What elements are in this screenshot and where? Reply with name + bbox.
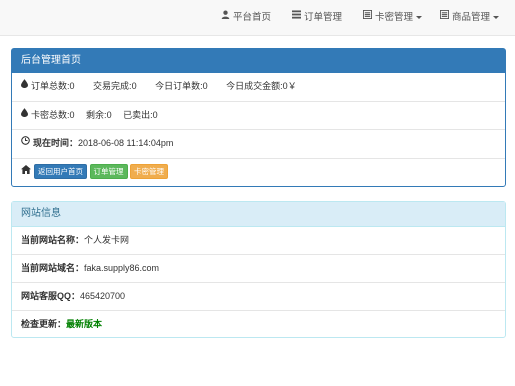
- nav-products-label: 商品管理: [452, 12, 491, 24]
- remaining-value: 0: [106, 109, 112, 120]
- tint-icon: [21, 72, 28, 100]
- support-qq-value: 465420700: [80, 291, 126, 301]
- nav-products-dropdown[interactable]: 商品管理: [440, 0, 500, 35]
- quick-links-row: 返回用户首页 订单管理 卡密管理: [12, 157, 505, 187]
- order-stats-row: 订单总数:0 交易完成:0 今日订单数:0 今日成交金额:0￥: [12, 73, 505, 101]
- sold-value: 0: [152, 109, 158, 120]
- list-alt-icon: [440, 0, 449, 34]
- order-total-value: 0: [69, 81, 75, 92]
- nav-cards-label: 卡密管理: [375, 12, 414, 24]
- top-navbar: 平台首页 订单管理 卡密管理 商品管理: [0, 0, 515, 36]
- site-domain-label: 当前网站域名：: [21, 263, 85, 273]
- chevron-down-icon: [416, 16, 423, 19]
- current-time-row: 现在时间：2018-06-08 11:14:04pm: [12, 129, 505, 158]
- tint-icon: [21, 101, 28, 129]
- today-orders-value: 0: [202, 81, 208, 92]
- nav-platform-home[interactable]: 平台首页: [221, 0, 271, 35]
- nav-orders-label: 订单管理: [304, 12, 343, 24]
- site-domain-value: faka.supply86.com: [84, 263, 160, 273]
- currency-symbol: ￥: [287, 81, 297, 92]
- today-amount-label: 今日成交金额:: [226, 81, 283, 92]
- trade-done-label: 交易完成:: [93, 81, 132, 92]
- site-info-panel: 网站信息 当前网站名称：个人发卡网 当前网站域名：faka.supply86.c…: [11, 201, 506, 338]
- site-domain-row: 当前网站域名：faka.supply86.com: [12, 254, 505, 282]
- list-alt-icon: [363, 0, 372, 34]
- admin-home-panel-title: 后台管理首页: [12, 49, 505, 73]
- check-update-label: 检查更新：: [21, 319, 67, 329]
- nav-cards-dropdown[interactable]: 卡密管理: [363, 0, 423, 35]
- nav-platform-home-label: 平台首页: [233, 12, 272, 24]
- site-info-panel-title: 网站信息: [12, 202, 505, 227]
- remaining-label: 剩余:: [86, 109, 107, 120]
- card-total-label: 卡密总数:: [31, 109, 70, 120]
- home-icon: [21, 158, 31, 186]
- trade-done-value: 0: [131, 81, 137, 92]
- list-icon: [292, 0, 301, 34]
- site-name-value: 个人发卡网: [84, 235, 130, 245]
- card-stats-row: 卡密总数:0 剩余:0 已卖出:0: [12, 100, 505, 130]
- admin-home-panel: 后台管理首页 订单总数:0 交易完成:0 今日订单数:0 今日成交金额:0￥ 卡…: [11, 48, 506, 187]
- order-management-button[interactable]: 订单管理: [89, 163, 128, 179]
- nav-orders[interactable]: 订单管理: [292, 0, 342, 35]
- card-management-button[interactable]: 卡密管理: [130, 163, 169, 179]
- support-qq-row: 网站客服QQ：465420700: [12, 282, 505, 310]
- site-name-row: 当前网站名称：个人发卡网: [12, 227, 505, 254]
- update-status-link[interactable]: 最新版本: [66, 319, 102, 329]
- current-time-value: 2018-06-08 11:14:04pm: [78, 138, 174, 149]
- current-time-label: 现在时间：: [33, 138, 79, 149]
- user-icon: [221, 0, 230, 34]
- sold-label: 已卖出:: [123, 109, 153, 120]
- site-name-label: 当前网站名称：: [21, 235, 85, 245]
- check-update-row: 检查更新：最新版本: [12, 310, 505, 338]
- chevron-down-icon: [493, 16, 500, 19]
- support-qq-label: 网站客服QQ：: [21, 291, 81, 301]
- back-to-user-home-button[interactable]: 返回用户首页: [34, 163, 87, 179]
- card-total-value: 0: [69, 109, 75, 120]
- clock-icon: [21, 129, 30, 157]
- today-orders-label: 今日订单数:: [155, 81, 203, 92]
- order-total-label: 订单总数:: [31, 81, 70, 92]
